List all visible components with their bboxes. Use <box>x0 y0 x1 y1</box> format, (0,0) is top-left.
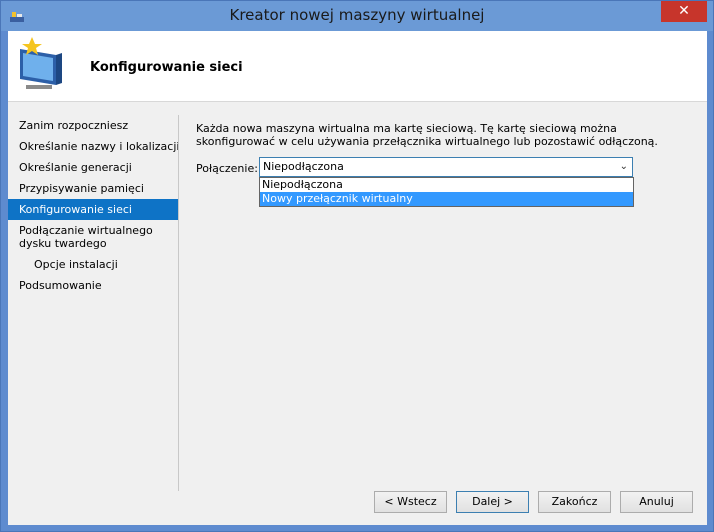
option-not-connected[interactable]: Niepodłączona <box>260 178 633 192</box>
nav-item-name-location[interactable]: Określanie nazwy i lokalizacji <box>8 136 179 157</box>
nav-item-before-you-begin[interactable]: Zanim rozpoczniesz <box>8 115 178 136</box>
back-button[interactable]: < Wstecz <box>374 491 447 513</box>
window-title: Kreator nowej maszyny wirtualnej <box>229 6 485 24</box>
wizard-footer: < Wstecz Dalej > Zakończ Anuluj <box>8 479 707 525</box>
connection-select-value: Niepodłączona <box>263 160 344 173</box>
nav-item-virtual-disk[interactable]: Podłączanie wirtualnego dysku twardego <box>8 220 178 254</box>
wizard-header: Konfigurowanie sieci <box>8 31 707 102</box>
nav-item-summary[interactable]: Podsumowanie <box>8 275 178 296</box>
cancel-button[interactable]: Anuluj <box>620 491 693 513</box>
chevron-down-icon[interactable]: ⌄ <box>620 158 628 176</box>
nav-divider <box>178 115 179 491</box>
option-new-virtual-switch[interactable]: Nowy przełącznik wirtualny <box>260 192 633 206</box>
nav-item-install-options[interactable]: Opcje instalacji <box>8 254 178 275</box>
networking-description: Każda nowa maszyna wirtualna ma kartę si… <box>196 122 658 148</box>
connection-dropdown-list: Niepodłączona Nowy przełącznik wirtualny <box>259 177 634 207</box>
nav-item-memory[interactable]: Przypisywanie pamięci <box>8 178 178 199</box>
connection-select[interactable]: Niepodłączona ⌄ <box>259 157 633 177</box>
nav-item-generation[interactable]: Określanie generacji <box>8 157 178 178</box>
wizard-steps-nav: Zanim rozpoczniesz Określanie nazwy i lo… <box>8 115 179 296</box>
finish-button[interactable]: Zakończ <box>538 491 611 513</box>
new-vm-monitor-icon <box>20 37 62 89</box>
nav-item-networking[interactable]: Konfigurowanie sieci <box>8 199 178 220</box>
title-bar[interactable]: Kreator nowej maszyny wirtualnej ✕ <box>1 1 713 31</box>
close-button[interactable]: ✕ <box>661 1 707 22</box>
page-title: Konfigurowanie sieci <box>90 60 243 75</box>
wizard-client-area: Konfigurowanie sieci Zanim rozpoczniesz … <box>8 31 707 525</box>
connection-label: Połączenie: <box>196 162 258 175</box>
next-button[interactable]: Dalej > <box>456 491 529 513</box>
wizard-window: Kreator nowej maszyny wirtualnej ✕ Konfi… <box>0 0 714 532</box>
